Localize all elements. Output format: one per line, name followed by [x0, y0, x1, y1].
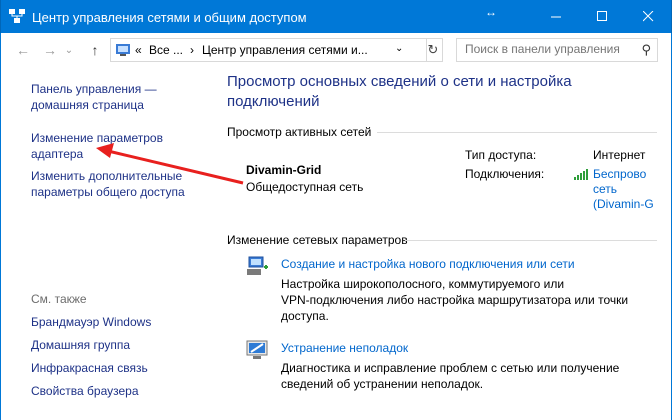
sidebar-link-firewall[interactable]: Брандмауэр Windows: [31, 314, 151, 330]
back-arrow-icon: ←: [16, 42, 30, 58]
maximize-button[interactable]: [579, 0, 625, 33]
sidebar-link-adapter-line1[interactable]: Изменение параметров: [31, 130, 163, 146]
control-panel-icon: [116, 44, 130, 56]
close-button[interactable]: [625, 0, 671, 33]
sidebar-link-infrared[interactable]: Инфракрасная связь: [31, 360, 148, 376]
access-type-label: Тип доступа:: [465, 148, 537, 162]
address-bar[interactable]: « Все ... › Центр управления сетями и...…: [110, 38, 427, 62]
connection-link-line2[interactable]: сеть: [593, 181, 617, 197]
maximize-icon: [596, 11, 607, 21]
close-icon: [642, 11, 653, 22]
search-icon[interactable]: ⚲: [641, 42, 651, 58]
sidebar-link-advanced-line2[interactable]: параметры общего доступа: [31, 184, 185, 200]
troubleshoot-icon: [246, 340, 268, 359]
wifi-signal-icon: [574, 169, 588, 180]
recent-locations-button[interactable]: ⌄: [63, 41, 75, 59]
network-center-app-icon: [9, 9, 25, 23]
sidebar-link-homegroup[interactable]: Домашняя группа: [31, 337, 130, 353]
network-name: Divamin-Grid: [246, 163, 322, 177]
up-arrow-icon: ↑: [91, 42, 99, 58]
divider: [377, 132, 657, 133]
divider: [405, 240, 657, 241]
window-title: Центр управления сетями и общим доступом: [32, 10, 307, 25]
new-connection-desc-line3: доступа.: [281, 309, 329, 323]
search-box[interactable]: ⚲: [456, 38, 658, 62]
connections-label: Подключения:: [465, 167, 545, 181]
see-also-heading: См. также: [31, 292, 87, 306]
active-networks-heading: Просмотр активных сетей: [227, 125, 372, 139]
title-bar: Центр управления сетями и общим доступом…: [0, 0, 672, 33]
address-separator: ›: [190, 43, 194, 57]
sidebar-link-adapter-line2[interactable]: адаптера: [31, 146, 83, 162]
forward-arrow-icon: →: [43, 42, 57, 58]
sidebar-link-browser-properties[interactable]: Свойства браузера: [31, 383, 139, 399]
address-crumb-all[interactable]: Все ...: [149, 43, 183, 57]
minimize-icon: [550, 16, 561, 18]
page-title-line2: подключений: [227, 93, 320, 110]
network-type[interactable]: Общедоступная сеть: [246, 179, 363, 195]
refresh-icon: ↻: [427, 42, 439, 57]
address-overflow[interactable]: «: [135, 43, 142, 57]
minimize-button[interactable]: [533, 0, 579, 33]
refresh-button[interactable]: ↻: [424, 38, 443, 62]
access-type-value: Интернет: [593, 148, 646, 162]
new-connection-icon: [247, 256, 268, 275]
search-input[interactable]: [457, 39, 635, 59]
back-button[interactable]: ←: [14, 41, 32, 59]
new-connection-desc-line1: Настройка широкополосного, коммутируемог…: [281, 277, 565, 291]
sidebar-link-home-line2[interactable]: домашняя страница: [31, 97, 144, 113]
address-dropdown-icon[interactable]: ⌄: [395, 43, 403, 54]
connection-link-line3[interactable]: (Divamin-G: [593, 196, 654, 212]
sidebar-link-home-line1[interactable]: Панель управления —: [31, 81, 157, 97]
sidebar-link-advanced-line1[interactable]: Изменить дополнительные: [31, 168, 182, 184]
navigation-bar: ← → ⌄ ↑ « Все ... › Центр управления сет…: [1, 33, 671, 67]
forward-button[interactable]: →: [41, 41, 59, 59]
chevron-down-icon: ⌄: [64, 44, 74, 56]
connection-link-line1[interactable]: Беспрово: [593, 166, 646, 182]
resize-cursor-icon: ↔: [485, 5, 497, 19]
up-button[interactable]: ↑: [86, 41, 104, 59]
change-settings-heading: Изменение сетевых параметров: [227, 233, 408, 247]
troubleshoot-link[interactable]: Устранение неполадок: [281, 340, 408, 356]
window-content: ← → ⌄ ↑ « Все ... › Центр управления сет…: [0, 33, 672, 420]
address-crumb-network-center[interactable]: Центр управления сетями и...: [202, 43, 368, 57]
page-title-line1: Просмотр основных сведений о сети и наст…: [227, 73, 572, 90]
troubleshoot-desc-line1: Диагностика и исправление проблем с сеть…: [281, 361, 620, 375]
new-connection-link[interactable]: Создание и настройка нового подключения …: [281, 256, 575, 272]
new-connection-desc-line2: VPN-подключения либо настройка маршрутиз…: [281, 293, 629, 307]
troubleshoot-desc-line2: сведений об устранении неполадок.: [281, 377, 484, 391]
